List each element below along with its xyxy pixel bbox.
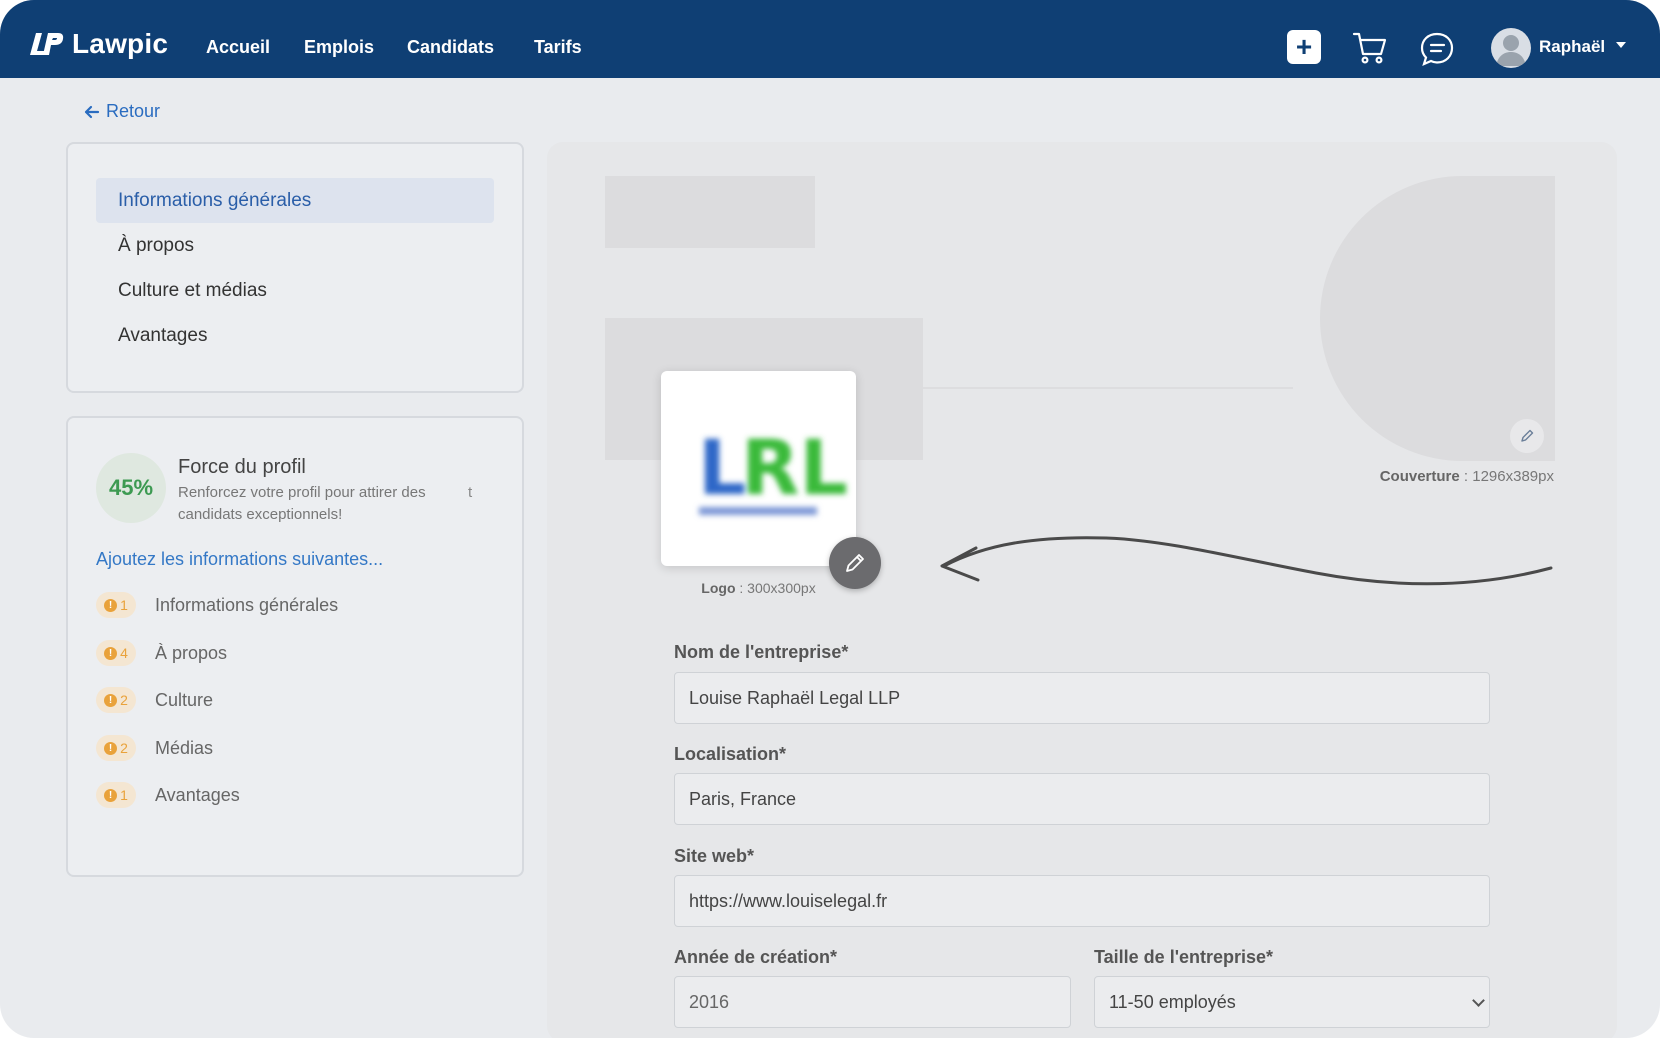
logo-letters-rl: RL <box>741 423 848 512</box>
nav-emplois[interactable]: Emplois <box>304 37 374 58</box>
location-input[interactable]: Paris, France <box>674 773 1490 825</box>
requirement-badge: ! 1 <box>96 782 136 808</box>
company-name-input[interactable]: Louise Raphaël Legal LLP <box>674 672 1490 724</box>
warning-icon: ! <box>104 598 118 612</box>
website-input[interactable]: https://www.louiselegal.fr <box>674 875 1490 927</box>
year-input[interactable]: 2016 <box>674 976 1071 1028</box>
back-label: Retour <box>106 101 161 121</box>
avatar-icon <box>1496 35 1526 66</box>
company-logo-image: L RL <box>698 423 848 515</box>
nav-accueil[interactable]: Accueil <box>206 37 270 58</box>
location-label: Localisation* <box>674 744 787 764</box>
company-name-label: Nom de l'entreprise* <box>674 642 849 662</box>
menu-item-informations-generales[interactable]: Informations générales <box>96 178 494 223</box>
menu-item-culture-medias[interactable]: Culture et médias <box>96 268 494 313</box>
profile-strength-description: Renforcez votre profil pour attirer des … <box>178 484 426 523</box>
company-size-select[interactable]: 11-50 employés <box>1094 976 1490 1028</box>
user-avatar[interactable] <box>1491 28 1531 68</box>
brand-logo-icon <box>30 33 64 55</box>
user-name[interactable]: Raphaël <box>1539 37 1605 57</box>
nav-tarifs[interactable]: Tarifs <box>534 37 582 58</box>
back-link[interactable]: Retour <box>84 101 160 122</box>
profile-strength-stray-char: t <box>468 484 473 501</box>
divider <box>923 387 1293 389</box>
section-menu: Informations générales À propos Culture … <box>66 142 524 393</box>
requirement-badge: ! 2 <box>96 687 136 713</box>
add-info-link[interactable]: Ajoutez les informations suivantes... <box>96 549 383 570</box>
top-navbar: Lawpic Accueil Emplois Candidats Tarifs … <box>0 0 1660 78</box>
website-label: Site web* <box>674 846 755 866</box>
warning-icon: ! <box>104 646 118 660</box>
warning-icon: ! <box>104 741 118 755</box>
requirement-badge: ! 4 <box>96 640 136 666</box>
add-button[interactable]: + <box>1287 30 1321 64</box>
requirement-item[interactable]: ! 2 Médias <box>96 733 213 763</box>
profile-strength-title: Force du profil <box>178 456 306 478</box>
cover-caption: Couverture : 1296x389px <box>1379 468 1554 485</box>
company-logo[interactable]: L RL <box>661 371 856 566</box>
cover-edit-button[interactable] <box>1510 419 1544 453</box>
logo-letter-l: L <box>698 423 746 512</box>
brand-name: Lawpic <box>72 28 169 59</box>
menu-item-a-propos[interactable]: À propos <box>96 223 494 268</box>
company-size-label: Taille de l'entreprise* <box>1094 947 1274 967</box>
arrow-left-icon <box>84 105 100 118</box>
warning-icon: ! <box>104 693 118 707</box>
caret-down-icon[interactable] <box>1616 42 1626 48</box>
menu-item-avantages[interactable]: Avantages <box>96 313 494 358</box>
pencil-icon <box>1521 429 1534 442</box>
requirement-badge: ! 1 <box>96 592 136 618</box>
pencil-icon <box>846 554 864 572</box>
warning-icon: ! <box>104 788 118 802</box>
chat-icon[interactable] <box>1419 31 1455 67</box>
placeholder-block <box>605 176 815 248</box>
requirement-item[interactable]: ! 1 Avantages <box>96 780 240 810</box>
logo-caption: Logo : 300x300px <box>701 580 816 596</box>
profile-strength-percent: 45% <box>96 453 166 523</box>
profile-strength-card: 45% Force du profil Renforcez votre prof… <box>66 416 524 877</box>
annotation-arrow-icon <box>940 536 1553 586</box>
cart-icon[interactable] <box>1352 30 1388 66</box>
brand-logo[interactable]: Lawpic <box>30 28 168 60</box>
year-label: Année de création* <box>674 947 838 967</box>
plus-icon: + <box>1295 31 1313 62</box>
requirement-item[interactable]: ! 2 Culture <box>96 685 213 715</box>
requirement-item[interactable]: ! 1 Informations générales <box>96 590 338 620</box>
requirement-item[interactable]: ! 4 À propos <box>96 638 227 668</box>
app-window: Lawpic Accueil Emplois Candidats Tarifs … <box>0 0 1660 1038</box>
requirement-badge: ! 2 <box>96 735 136 761</box>
nav-candidats[interactable]: Candidats <box>407 37 494 58</box>
